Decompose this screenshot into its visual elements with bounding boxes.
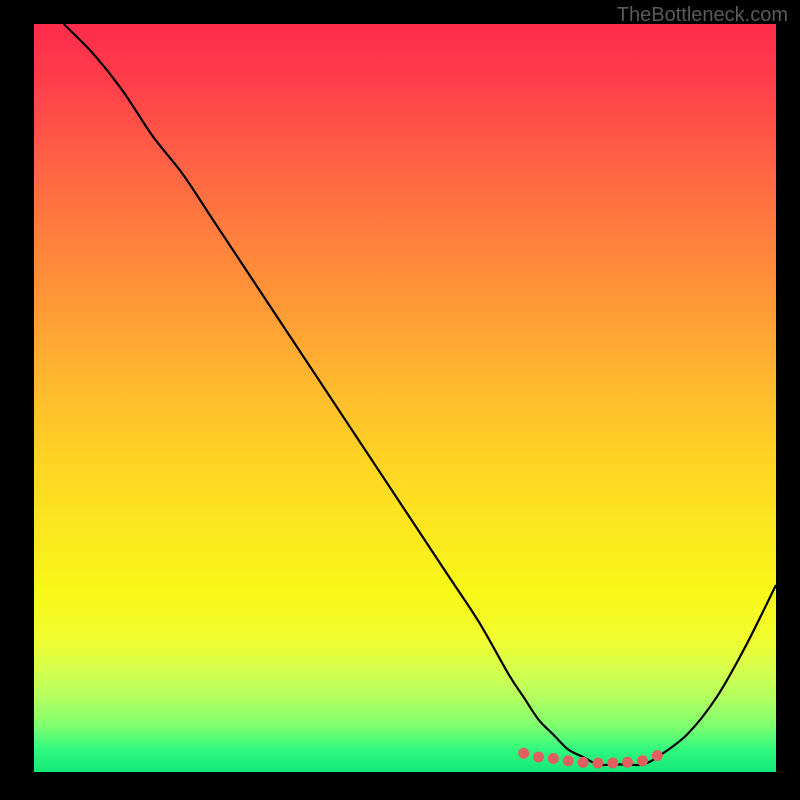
watermark-text: TheBottleneck.com xyxy=(617,4,788,27)
bottleneck-curve xyxy=(64,24,776,765)
chart-svg xyxy=(34,24,776,772)
marker-dot xyxy=(607,758,618,769)
marker-dot xyxy=(637,755,648,766)
marker-dot xyxy=(578,757,589,768)
optimal-range-dots xyxy=(518,748,663,769)
marker-dot xyxy=(652,750,663,761)
marker-dot xyxy=(592,758,603,769)
plot-area xyxy=(34,24,776,772)
marker-dot xyxy=(622,757,633,768)
marker-dot xyxy=(563,755,574,766)
marker-dot xyxy=(518,748,529,759)
marker-dot xyxy=(548,753,559,764)
marker-dot xyxy=(533,752,544,763)
